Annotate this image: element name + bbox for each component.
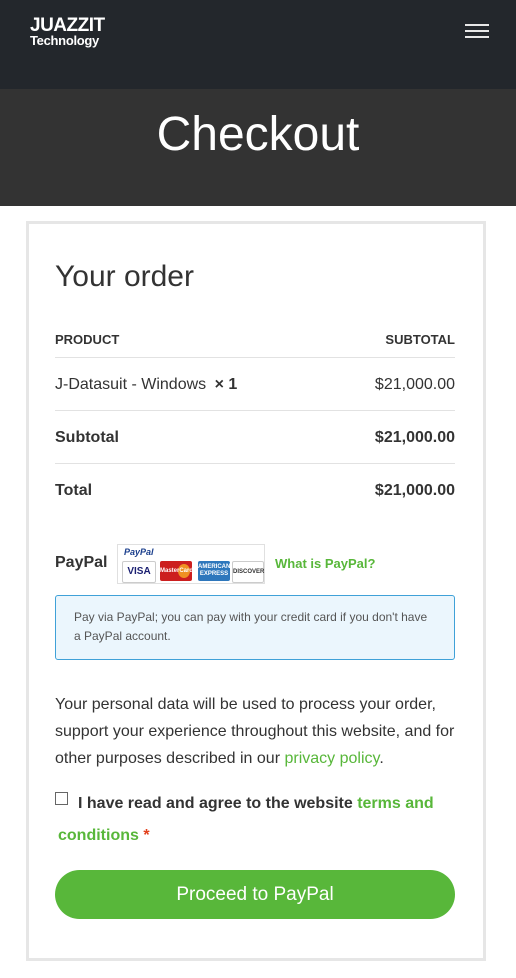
- visa-icon: VISA: [122, 561, 156, 583]
- site-logo[interactable]: JUAZZIT Technology: [30, 16, 105, 47]
- logo-line2: Technology: [30, 33, 99, 48]
- subtotal-label: Subtotal: [55, 429, 119, 446]
- mastercard-icon: MasterCard: [160, 561, 193, 581]
- subtotal-row: Subtotal $21,000.00: [55, 429, 455, 447]
- subtotal-column-header: SUBTOTAL: [385, 332, 455, 347]
- hamburger-icon[interactable]: [465, 24, 489, 40]
- payment-method-paypal[interactable]: PayPal PayPal VISA MasterCard AMERICAN E…: [55, 542, 455, 586]
- divider: [55, 357, 455, 358]
- privacy-policy-link[interactable]: privacy policy: [284, 750, 379, 767]
- divider: [55, 463, 455, 464]
- proceed-to-paypal-button[interactable]: Proceed to PayPal: [55, 870, 455, 919]
- what-is-paypal-link[interactable]: What is PayPal?: [275, 556, 375, 571]
- page-title: Checkout: [156, 108, 360, 161]
- paypal-info-box: Pay via PayPal; you can pay with your cr…: [55, 595, 455, 660]
- product-price: $21,000.00: [374, 376, 455, 393]
- paypal-info-text: Pay via PayPal; you can pay with your cr…: [74, 610, 428, 643]
- product-quantity: × 1: [214, 376, 238, 393]
- required-asterisk: *: [143, 827, 150, 844]
- subtotal-value: $21,000.00: [374, 429, 455, 446]
- product-column-header: PRODUCT: [55, 332, 120, 347]
- paypal-logo: PayPal: [124, 547, 154, 557]
- paypal-card-logos: PayPal VISA MasterCard AMERICAN EXPRESS …: [117, 544, 265, 584]
- divider: [55, 410, 455, 411]
- product-name: J-Datasuit - Windows: [55, 376, 207, 393]
- total-row: Total $21,000.00: [55, 482, 455, 500]
- terms-label: I have read and agree to the website ter…: [58, 795, 434, 844]
- page-hero: Checkout: [0, 89, 516, 206]
- privacy-notice: Your personal data will be used to proce…: [55, 696, 455, 767]
- total-label: Total: [55, 482, 93, 499]
- total-value: $21,000.00: [374, 482, 455, 499]
- top-navbar: JUAZZIT Technology: [0, 0, 516, 89]
- discover-icon: DISCOVER: [232, 561, 264, 583]
- amex-icon: AMERICAN EXPRESS: [198, 561, 230, 581]
- order-table-header: PRODUCT SUBTOTAL: [55, 332, 455, 347]
- order-item-row: J-Datasuit - Windows × 1 $21,000.00: [55, 376, 455, 394]
- payment-method-label: PayPal: [55, 554, 108, 571]
- order-review-card: Your order PRODUCT SUBTOTAL J-Datasuit -…: [26, 221, 486, 961]
- order-heading: Your order: [55, 260, 194, 293]
